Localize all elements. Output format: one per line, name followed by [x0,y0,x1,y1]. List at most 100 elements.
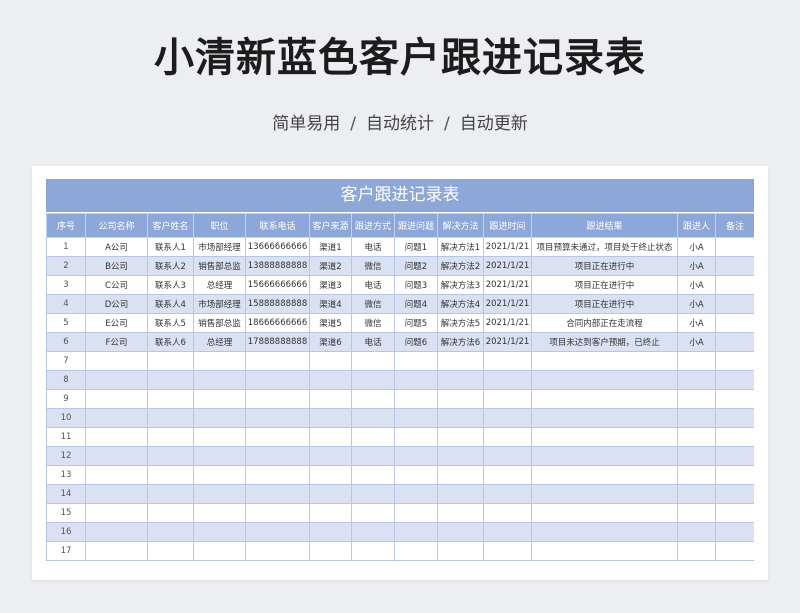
table-cell[interactable]: 小A [677,294,716,314]
table-cell[interactable]: 解决方法4 [437,294,484,314]
table-cell[interactable]: 联系人3 [147,275,194,295]
table-cell[interactable] [394,541,438,561]
column-header[interactable]: 职位 [193,213,246,238]
table-cell[interactable]: D公司 [85,294,148,314]
table-cell[interactable] [245,389,310,409]
table-cell[interactable] [309,351,352,371]
table-cell[interactable] [85,541,148,561]
table-cell[interactable] [147,503,194,523]
table-cell[interactable]: 2 [46,256,86,276]
table-cell[interactable]: 2021/1/21 [483,332,532,352]
table-cell[interactable] [309,446,352,466]
table-cell[interactable] [715,275,754,295]
table-cell[interactable] [85,446,148,466]
table-cell[interactable] [715,465,754,485]
table-cell[interactable] [677,370,716,390]
table-cell[interactable] [351,522,395,542]
table-cell[interactable] [437,408,484,428]
table-cell[interactable] [437,446,484,466]
table-cell[interactable]: 联系人2 [147,256,194,276]
table-cell[interactable] [677,503,716,523]
table-cell[interactable] [437,465,484,485]
column-header[interactable]: 跟进人 [677,213,716,238]
table-cell[interactable] [351,541,395,561]
table-cell[interactable] [483,408,532,428]
table-cell[interactable] [351,465,395,485]
table-cell[interactable]: A公司 [85,237,148,257]
table-cell[interactable]: 联系人5 [147,313,194,333]
table-cell[interactable] [351,389,395,409]
table-cell[interactable] [147,408,194,428]
table-cell[interactable]: 电话 [351,237,395,257]
table-cell[interactable]: 微信 [351,313,395,333]
table-cell[interactable]: 15888888888 [245,294,310,314]
table-cell[interactable] [677,427,716,447]
column-header[interactable]: 客户来源 [309,213,352,238]
table-cell[interactable]: 联系人1 [147,237,194,257]
table-cell[interactable] [309,541,352,561]
table-cell[interactable] [309,389,352,409]
table-cell[interactable] [715,446,754,466]
table-cell[interactable] [245,503,310,523]
table-cell[interactable] [85,427,148,447]
table-cell[interactable] [351,351,395,371]
table-cell[interactable] [394,465,438,485]
table-cell[interactable] [147,389,194,409]
table-cell[interactable]: 销售部总监 [193,313,246,333]
table-cell[interactable] [394,351,438,371]
table-cell[interactable] [483,503,532,523]
table-cell[interactable]: 6 [46,332,86,352]
table-cell[interactable] [147,465,194,485]
table-cell[interactable]: 16 [46,522,86,542]
table-cell[interactable]: 15 [46,503,86,523]
table-cell[interactable]: 小A [677,313,716,333]
table-cell[interactable]: 解决方法3 [437,275,484,295]
table-cell[interactable]: 渠道5 [309,313,352,333]
table-cell[interactable]: 联系人6 [147,332,194,352]
table-cell[interactable] [715,294,754,314]
table-cell[interactable]: 3 [46,275,86,295]
table-cell[interactable] [483,541,532,561]
table-cell[interactable]: 13666666666 [245,237,310,257]
table-cell[interactable] [531,484,678,504]
table-cell[interactable] [483,351,532,371]
table-cell[interactable] [715,332,754,352]
table-cell[interactable] [715,408,754,428]
table-cell[interactable] [394,370,438,390]
table-cell[interactable]: 项目预算未通过，项目处于终止状态 [531,237,678,257]
table-cell[interactable] [677,484,716,504]
table-cell[interactable]: 18666666666 [245,313,310,333]
table-cell[interactable]: 17888888888 [245,332,310,352]
table-cell[interactable] [483,446,532,466]
table-cell[interactable] [715,370,754,390]
table-cell[interactable] [85,389,148,409]
table-cell[interactable] [147,427,194,447]
table-cell[interactable]: 电话 [351,275,395,295]
table-cell[interactable]: 联系人4 [147,294,194,314]
table-cell[interactable] [715,256,754,276]
table-cell[interactable] [531,351,678,371]
table-cell[interactable] [147,484,194,504]
table-cell[interactable] [351,446,395,466]
table-cell[interactable] [193,446,246,466]
table-cell[interactable]: 11 [46,427,86,447]
table-cell[interactable]: 解决方法5 [437,313,484,333]
table-cell[interactable] [245,541,310,561]
table-cell[interactable] [677,446,716,466]
table-cell[interactable]: 项目正在进行中 [531,294,678,314]
table-cell[interactable] [437,541,484,561]
table-cell[interactable]: 15666666666 [245,275,310,295]
table-cell[interactable] [437,370,484,390]
table-cell[interactable]: 项目未达到客户预期，已终止 [531,332,678,352]
table-cell[interactable] [677,389,716,409]
table-cell[interactable]: 小A [677,237,716,257]
table-cell[interactable] [394,427,438,447]
table-cell[interactable] [715,522,754,542]
table-cell[interactable]: 总经理 [193,275,246,295]
table-cell[interactable] [715,237,754,257]
table-cell[interactable]: 电话 [351,332,395,352]
table-cell[interactable]: 1 [46,237,86,257]
table-cell[interactable] [309,503,352,523]
table-cell[interactable] [677,465,716,485]
table-cell[interactable] [394,522,438,542]
